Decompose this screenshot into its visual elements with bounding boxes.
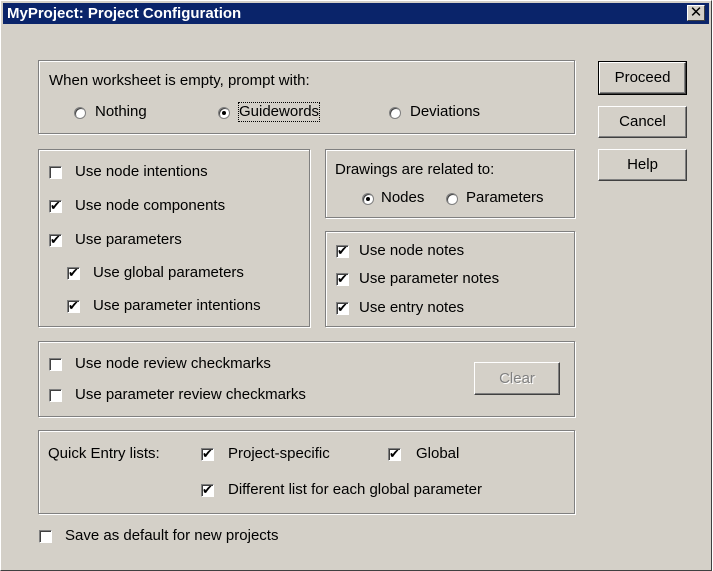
use-parameter-notes-label: Use parameter notes [359, 270, 500, 287]
radio-parameters-indicator[interactable] [446, 193, 458, 205]
radio-guidewords-indicator[interactable] [218, 107, 230, 119]
radio-nothing-label: Nothing [95, 103, 147, 120]
global-label: Global [416, 445, 460, 462]
proceed-button[interactable]: Proceed [598, 61, 687, 95]
prompt-group-label: When worksheet is empty, prompt with: [49, 72, 310, 89]
use-node-notes-checkbox[interactable]: ✔ [336, 245, 349, 258]
different-list-checkbox[interactable]: ✔ [201, 484, 214, 497]
radio-guidewords-label: Guidewords [237, 102, 321, 122]
use-parameter-review-checkmarks-checkbox[interactable] [49, 389, 62, 402]
use-parameter-intentions-label: Use parameter intentions [93, 297, 261, 314]
use-node-review-checkmarks-label: Use node review checkmarks [75, 355, 271, 372]
title-bar: MyProject: Project Configuration ✕ [3, 3, 709, 24]
use-node-intentions-label: Use node intentions [75, 163, 208, 180]
use-node-components-label: Use node components [75, 197, 226, 214]
use-node-components-checkbox[interactable]: ✔ [49, 200, 62, 213]
use-global-parameters-checkbox[interactable]: ✔ [67, 267, 80, 280]
notes-group: ✔ Use node notes ✔ Use parameter notes ✔… [325, 231, 575, 327]
radio-nodes-indicator[interactable] [362, 193, 374, 205]
project-specific-label: Project-specific [228, 445, 330, 462]
save-as-default-checkbox[interactable] [39, 530, 52, 543]
prompt-group: When worksheet is empty, prompt with: No… [38, 60, 575, 134]
quick-entry-label: Quick Entry lists: [48, 445, 160, 462]
use-entry-notes-label: Use entry notes [359, 299, 465, 316]
use-entry-notes-checkbox[interactable]: ✔ [336, 302, 349, 315]
clear-button[interactable]: Clear [474, 362, 560, 395]
radio-deviations-indicator[interactable] [389, 107, 401, 119]
radio-nothing-indicator[interactable] [74, 107, 86, 119]
use-parameter-notes-checkbox[interactable]: ✔ [336, 273, 349, 286]
help-button[interactable]: Help [598, 149, 687, 181]
review-group: Use node review checkmarks Use parameter… [38, 341, 575, 417]
different-list-label: Different list for each global parameter [228, 481, 483, 498]
close-button[interactable]: ✕ [687, 5, 705, 21]
window-title: MyProject: Project Configuration [7, 5, 242, 22]
cancel-button[interactable]: Cancel [598, 106, 687, 138]
use-parameters-label: Use parameters [75, 231, 182, 248]
project-specific-checkbox[interactable]: ✔ [201, 448, 214, 461]
radio-parameters-label: Parameters [466, 189, 544, 206]
drawings-group-label: Drawings are related to: [335, 161, 495, 178]
node-options-group: Use node intentions ✔ Use node component… [38, 149, 310, 327]
radio-deviations-label: Deviations [410, 103, 481, 120]
use-parameter-intentions-checkbox[interactable]: ✔ [67, 300, 80, 313]
use-parameter-review-checkmarks-label: Use parameter review checkmarks [75, 386, 306, 403]
radio-nodes-label: Nodes [381, 189, 425, 206]
dialog-window: MyProject: Project Configuration ✕ When … [0, 0, 712, 571]
use-global-parameters-label: Use global parameters [93, 264, 244, 281]
use-node-intentions-checkbox[interactable] [49, 166, 62, 179]
save-as-default-label: Save as default for new projects [65, 527, 279, 544]
use-node-review-checkmarks-checkbox[interactable] [49, 358, 62, 371]
use-parameters-checkbox[interactable]: ✔ [49, 234, 62, 247]
global-checkbox[interactable]: ✔ [388, 448, 401, 461]
quick-entry-group: Quick Entry lists: ✔ Project-specific ✔ … [38, 430, 575, 514]
drawings-group: Drawings are related to: Nodes Parameter… [325, 149, 575, 218]
use-node-notes-label: Use node notes [359, 242, 465, 259]
